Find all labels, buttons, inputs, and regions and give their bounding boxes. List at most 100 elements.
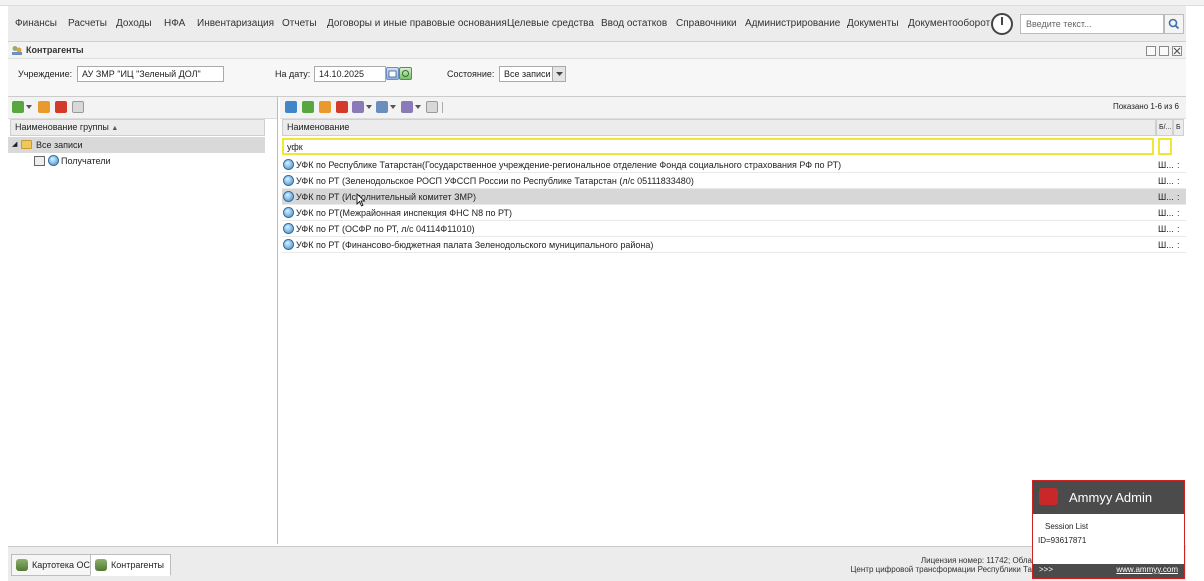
tree-item-recipients[interactable]: Получатели	[8, 153, 265, 169]
license-line-2: Центр цифровой трансформации Республики …	[850, 565, 1033, 574]
filter-bar: Учреждение: АУ ЗМР "ИЦ "Зеленый ДОЛ" На …	[8, 59, 1186, 97]
info-icon	[48, 155, 59, 166]
name-column-header[interactable]: Наименование	[282, 119, 1156, 136]
table-row[interactable]: УФК по РТ(Межрайонная инспекция ФНС N8 п…	[282, 205, 1186, 221]
shown-count: Показано 1-6 из 6	[1112, 102, 1179, 111]
delete-group-button[interactable]	[55, 101, 67, 113]
add-group-button[interactable]	[12, 101, 24, 113]
search-button[interactable]	[1164, 14, 1184, 34]
minimize-button[interactable]	[1146, 46, 1156, 56]
global-search-input[interactable]	[1020, 14, 1164, 34]
print-dropdown-icon[interactable]	[390, 105, 396, 109]
task-tab-os-card[interactable]: Картотека ОС	[11, 554, 98, 576]
row-col2: Ш...	[1158, 192, 1174, 202]
row-col2: Ш...	[1158, 240, 1174, 250]
refresh-date-button[interactable]	[399, 67, 412, 80]
add-dropdown-icon[interactable]	[26, 105, 32, 109]
groups-column-header[interactable]: Наименование группы ▲	[10, 119, 265, 136]
menu-directories[interactable]: Справочники	[676, 6, 737, 42]
menu-balances[interactable]: Ввод остатков	[601, 6, 667, 42]
menu-finance[interactable]: Финансы	[15, 6, 57, 42]
column-2-filter-input[interactable]	[1158, 138, 1172, 155]
window-title: Контрагенты	[26, 45, 84, 55]
edit-button[interactable]	[319, 101, 331, 113]
state-select[interactable]: Все записи	[499, 66, 566, 82]
refresh-groups-button[interactable]	[72, 101, 84, 113]
ammyy-logo-icon	[1039, 488, 1058, 505]
ammyy-admin-widget: Ammyy Admin Session List ID=93617871 >>>…	[1032, 480, 1185, 579]
name-header-label: Наименование	[287, 122, 350, 132]
menu-settlements[interactable]: Расчеты	[68, 6, 107, 42]
ammyy-more-button[interactable]: >>>	[1039, 565, 1053, 574]
window-titlebar: Контрагенты	[8, 42, 1186, 59]
row-col3: :	[1177, 240, 1180, 250]
close-button[interactable]	[1172, 46, 1182, 56]
actions-button[interactable]	[352, 101, 364, 113]
menu-inventory[interactable]: Инвентаризация	[197, 6, 274, 42]
info-icon	[283, 223, 294, 234]
settings-dropdown-icon[interactable]	[415, 105, 421, 109]
session-list-label[interactable]: Session List	[1045, 522, 1088, 531]
tree-item-all[interactable]: ◢ Все записи	[8, 137, 265, 153]
column-3-header[interactable]: Б	[1173, 119, 1184, 136]
row-name: УФК по РТ (Зеленодольское РОСП УФССП Рос…	[296, 176, 694, 186]
main-menu: Финансы Расчеты Доходы НФА Инвентаризаци…	[8, 6, 1186, 42]
row-col2: Ш...	[1158, 224, 1174, 234]
table-row[interactable]: УФК по Республике Татарстан(Государствен…	[282, 157, 1186, 173]
state-label: Состояние:	[447, 69, 495, 79]
table-row-selected[interactable]: УФК по РТ (Исполнительный комитет ЗМР) Ш…	[282, 189, 1186, 205]
name-filter-input[interactable]	[282, 138, 1154, 155]
clock-icon[interactable]	[991, 13, 1013, 35]
print-button[interactable]	[376, 101, 388, 113]
menu-doc-flow[interactable]: Документооборот	[908, 6, 990, 42]
mouse-cursor-icon	[356, 193, 366, 207]
contractors-icon	[95, 559, 107, 571]
menu-nfa[interactable]: НФА	[164, 6, 185, 42]
menu-documents[interactable]: Документы	[847, 6, 899, 42]
edit-group-button[interactable]	[38, 101, 50, 113]
table-row[interactable]: УФК по РТ (Зеленодольское РОСП УФССП Рос…	[282, 173, 1186, 189]
menu-target-funds[interactable]: Целевые средства	[507, 6, 594, 42]
menu-admin[interactable]: Администрирование	[745, 6, 840, 42]
toolbar-divider	[442, 102, 443, 113]
menu-contracts[interactable]: Договоры и иные правовые основания	[327, 6, 507, 42]
row-col2: Ш...	[1158, 176, 1174, 186]
settings-button[interactable]	[401, 101, 413, 113]
institution-field[interactable]: АУ ЗМР "ИЦ "Зеленый ДОЛ"	[77, 66, 224, 82]
groups-panel: Наименование группы ▲ ◢ Все записи Получ…	[8, 97, 278, 544]
refresh-button[interactable]	[426, 101, 438, 113]
row-name: УФК по РТ(Межрайонная инспекция ФНС N8 п…	[296, 208, 513, 218]
ammyy-header: Ammyy Admin	[1033, 481, 1184, 514]
list-icon	[34, 156, 45, 166]
ammyy-link[interactable]: www.ammyy.com	[1116, 565, 1178, 574]
search-icon	[1168, 18, 1180, 30]
restore-button[interactable]	[1159, 46, 1169, 56]
actions-dropdown-icon[interactable]	[366, 105, 372, 109]
date-field[interactable]: 14.10.2025	[314, 66, 386, 82]
row-col3: :	[1177, 192, 1180, 202]
table-row[interactable]: УФК по РТ (ОСФР по РТ, л/с 04114Ф11010) …	[282, 221, 1186, 237]
table-row[interactable]: УФК по РТ (Финансово-бюджетная палата Зе…	[282, 237, 1186, 253]
collapse-icon[interactable]: ◢	[12, 137, 17, 153]
add-button[interactable]	[302, 101, 314, 113]
menu-reports[interactable]: Отчеты	[282, 6, 317, 42]
row-col2: Ш...	[1158, 160, 1174, 170]
info-icon	[283, 191, 294, 202]
date-label: На дату:	[275, 69, 311, 79]
menu-income[interactable]: Доходы	[116, 6, 152, 42]
column-2-header[interactable]: Б/...	[1156, 119, 1173, 136]
contractors-icon	[12, 46, 22, 55]
info-icon	[283, 207, 294, 218]
task-tab-contractors[interactable]: Контрагенты	[90, 554, 172, 576]
info-icon	[283, 159, 294, 170]
contractors-toolbar: Показано 1-6 из 6	[280, 97, 1186, 119]
state-select-value: Все записи	[504, 69, 551, 79]
license-info: Лицензия номер: 11742; Обла Центр цифров…	[848, 556, 1033, 574]
groups-header-label: Наименование группы	[15, 122, 109, 132]
delete-button[interactable]	[336, 101, 348, 113]
calendar-button[interactable]	[386, 67, 399, 80]
calendar-icon	[388, 70, 397, 78]
copy-button[interactable]	[285, 101, 297, 113]
row-col3: :	[1177, 224, 1180, 234]
row-name: УФК по РТ (Финансово-бюджетная палата Зе…	[296, 240, 654, 250]
